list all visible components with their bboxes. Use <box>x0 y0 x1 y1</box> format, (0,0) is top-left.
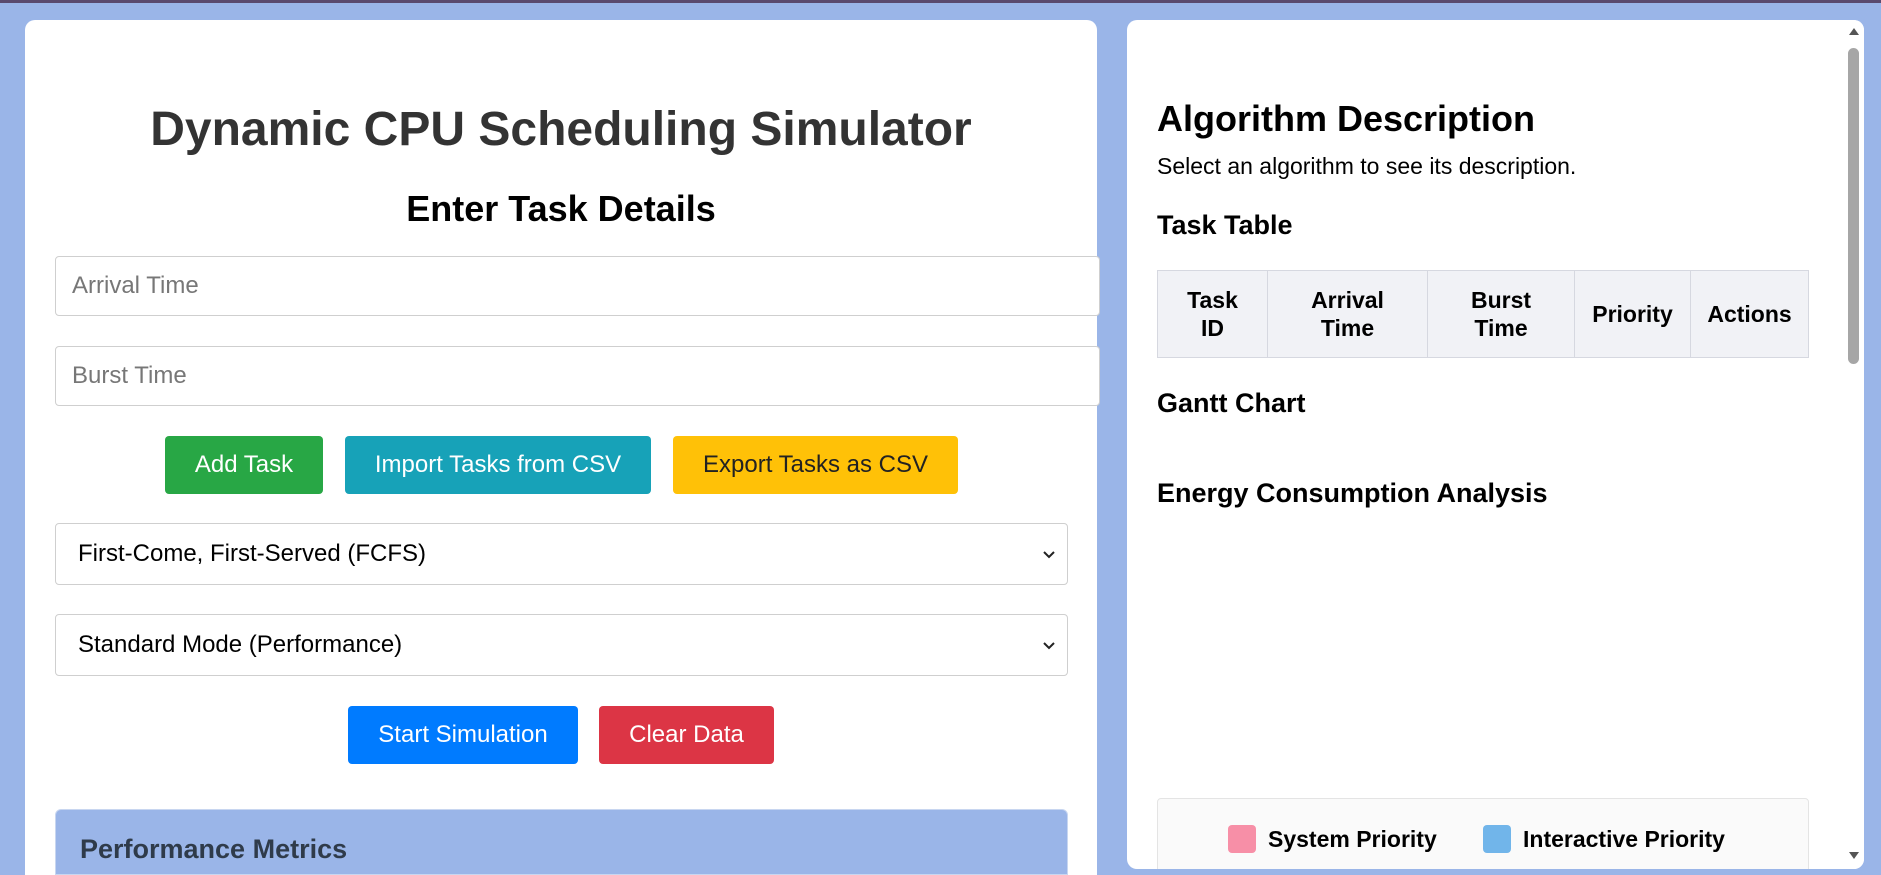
add-task-button[interactable]: Add Task <box>165 436 323 494</box>
column-header-priority: Priority <box>1574 270 1691 358</box>
start-simulation-button[interactable]: Start Simulation <box>348 706 578 764</box>
window-top-border <box>0 0 1881 3</box>
algorithm-select-value: First-Come, First-Served (FCFS) <box>78 540 426 567</box>
legend-item-system-priority: System Priority <box>1228 825 1437 853</box>
scroll-up-arrow-icon[interactable] <box>1848 26 1860 36</box>
page-title: Dynamic CPU Scheduling Simulator <box>150 103 972 156</box>
priority-legend: System Priority Interactive Priority <box>1157 798 1809 869</box>
performance-metrics-panel: Performance Metrics <box>55 809 1068 875</box>
legend-swatch-interactive <box>1483 825 1511 853</box>
arrival-time-input[interactable] <box>55 256 1100 316</box>
results-panel[interactable]: Algorithm Description Select an algorith… <box>1127 20 1864 869</box>
clear-data-button[interactable]: Clear Data <box>599 706 774 764</box>
scroll-down-arrow-icon[interactable] <box>1848 851 1860 861</box>
section-title-task-details: Enter Task Details <box>406 188 716 229</box>
results-scrollbar[interactable] <box>1844 20 1864 869</box>
gantt-chart-heading: Gantt Chart <box>1157 388 1306 418</box>
energy-analysis-heading: Energy Consumption Analysis <box>1157 478 1548 508</box>
task-table-header-row: Task ID Arrival Time Burst Time Priority Ac… <box>1157 270 1809 358</box>
performance-metrics-title: Performance Metrics <box>80 834 348 864</box>
task-table: Task ID Arrival Time Burst Time Priority Ac… <box>1157 270 1809 358</box>
import-csv-button[interactable]: Import Tasks from CSV <box>345 436 651 494</box>
algorithm-description-heading: Algorithm Description <box>1157 98 1536 139</box>
column-header-burst-time: Burst Time <box>1427 270 1575 358</box>
task-input-panel: Dynamic CPU Scheduling Simulator Enter T… <box>25 20 1100 875</box>
scrollbar-thumb[interactable] <box>1848 48 1859 364</box>
legend-label-system: System Priority <box>1268 825 1437 852</box>
legend-swatch-system <box>1228 825 1256 853</box>
legend-item-interactive-priority: Interactive Priority <box>1483 825 1725 853</box>
chevron-down-icon <box>1043 551 1055 559</box>
burst-time-input[interactable] <box>55 346 1100 406</box>
column-header-actions: Actions <box>1690 270 1809 358</box>
mode-select[interactable]: Standard Mode (Performance) <box>55 614 1068 676</box>
export-csv-button[interactable]: Export Tasks as CSV <box>673 436 958 494</box>
column-header-task-id: Task ID <box>1157 270 1268 358</box>
legend-label-interactive: Interactive Priority <box>1523 825 1725 852</box>
algorithm-select[interactable]: First-Come, First-Served (FCFS) <box>55 523 1068 585</box>
column-header-arrival-time: Arrival Time <box>1267 270 1428 358</box>
chevron-down-icon <box>1043 642 1055 650</box>
mode-select-value: Standard Mode (Performance) <box>78 631 403 658</box>
algorithm-description-text: Select an algorithm to see its descripti… <box>1157 153 1577 179</box>
task-table-heading: Task Table <box>1157 210 1293 240</box>
